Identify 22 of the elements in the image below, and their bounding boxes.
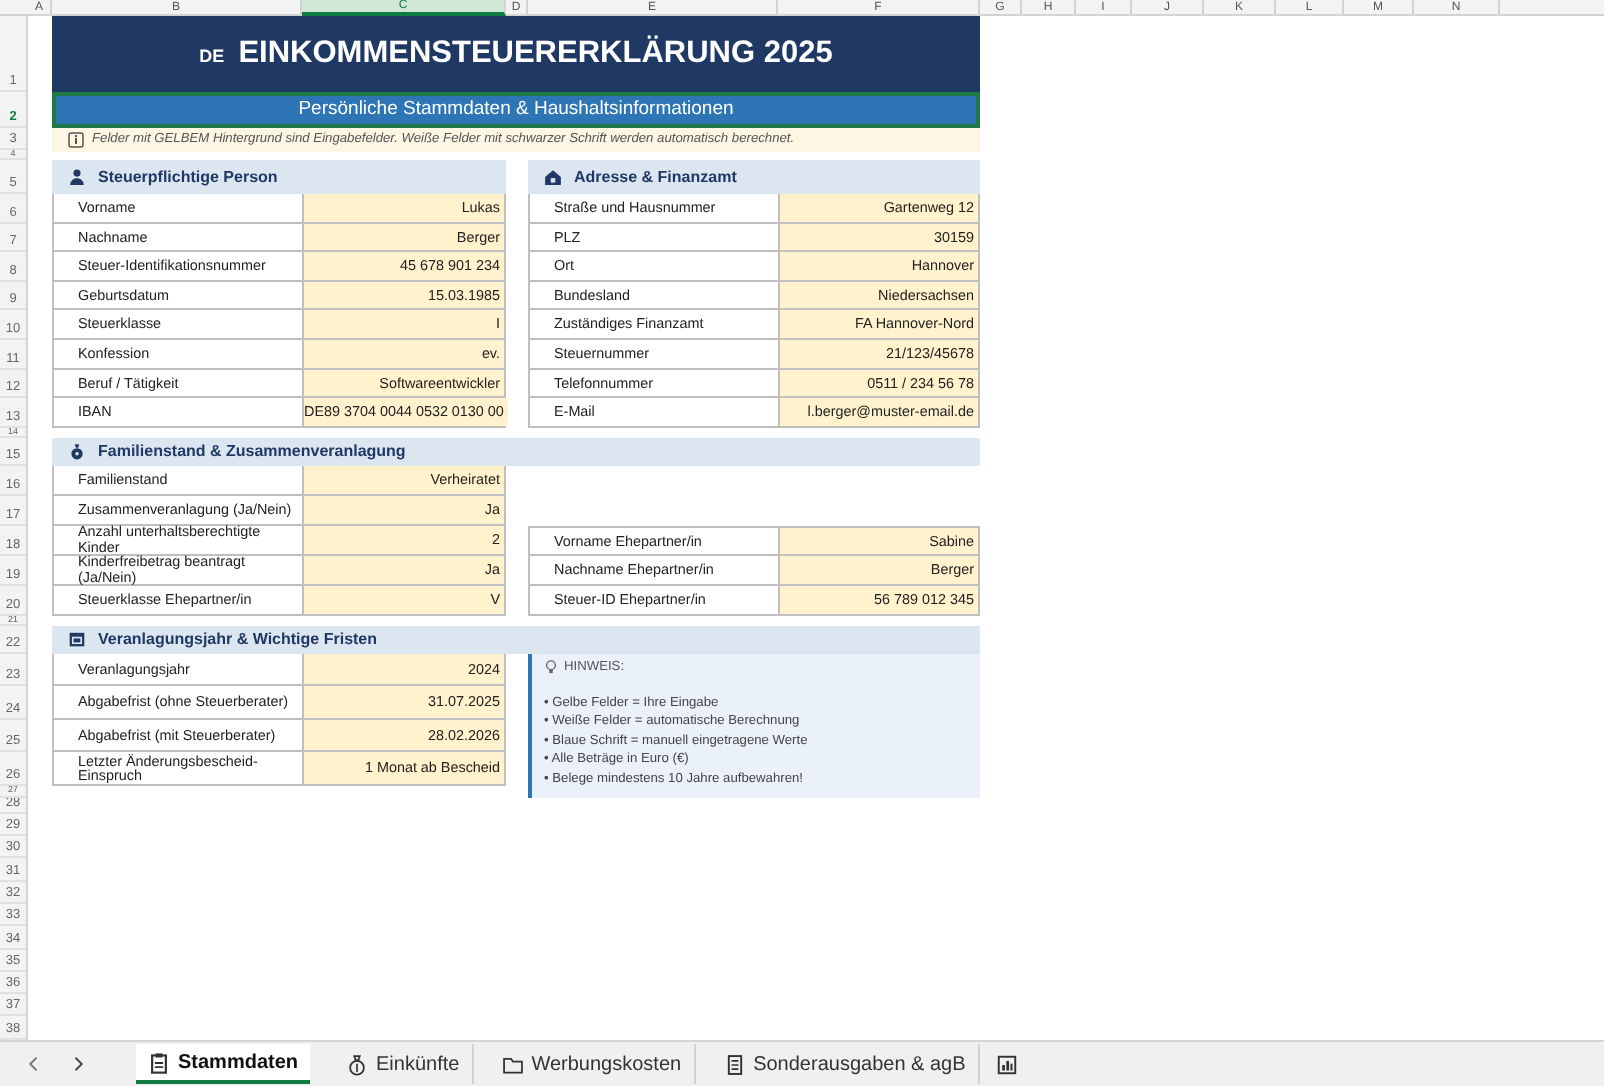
money-bag-icon bbox=[68, 442, 86, 461]
flag-label: DE bbox=[199, 43, 225, 70]
section-banner[interactable]: Persönliche Stammdaten & Haushaltsinformationen bbox=[52, 92, 980, 128]
section-title: Steuerpflichtige Person bbox=[98, 165, 278, 189]
folder-icon bbox=[501, 1053, 524, 1075]
section-title: Veranlagungsjahr & Wichtige Fristen bbox=[98, 627, 378, 652]
bar-chart-icon bbox=[995, 1053, 1018, 1075]
info-icon bbox=[68, 132, 84, 148]
sheet-title: EINKOMMENSTEUERERKLÄRUNG 2025 bbox=[238, 33, 833, 75]
sheet-tab[interactable]: Sonderausgaben & agB bbox=[711, 1044, 980, 1084]
house-icon bbox=[544, 168, 562, 186]
document-icon bbox=[723, 1053, 746, 1075]
lightbulb-icon bbox=[544, 660, 558, 675]
money-bag-icon bbox=[346, 1053, 369, 1075]
clipboard-icon bbox=[148, 1051, 170, 1073]
calendar-icon bbox=[68, 630, 86, 649]
section-title: Familienstand & Zusammenveranlagung bbox=[98, 439, 406, 464]
person-icon bbox=[68, 168, 86, 186]
sheet-tab[interactable]: Stammdaten bbox=[136, 1044, 311, 1084]
sheet-tab[interactable]: Einkünfte bbox=[334, 1044, 474, 1084]
sheet-tab[interactable]: Werbungskosten bbox=[489, 1044, 696, 1084]
section-title: Adresse & Finanzamt bbox=[574, 165, 737, 189]
